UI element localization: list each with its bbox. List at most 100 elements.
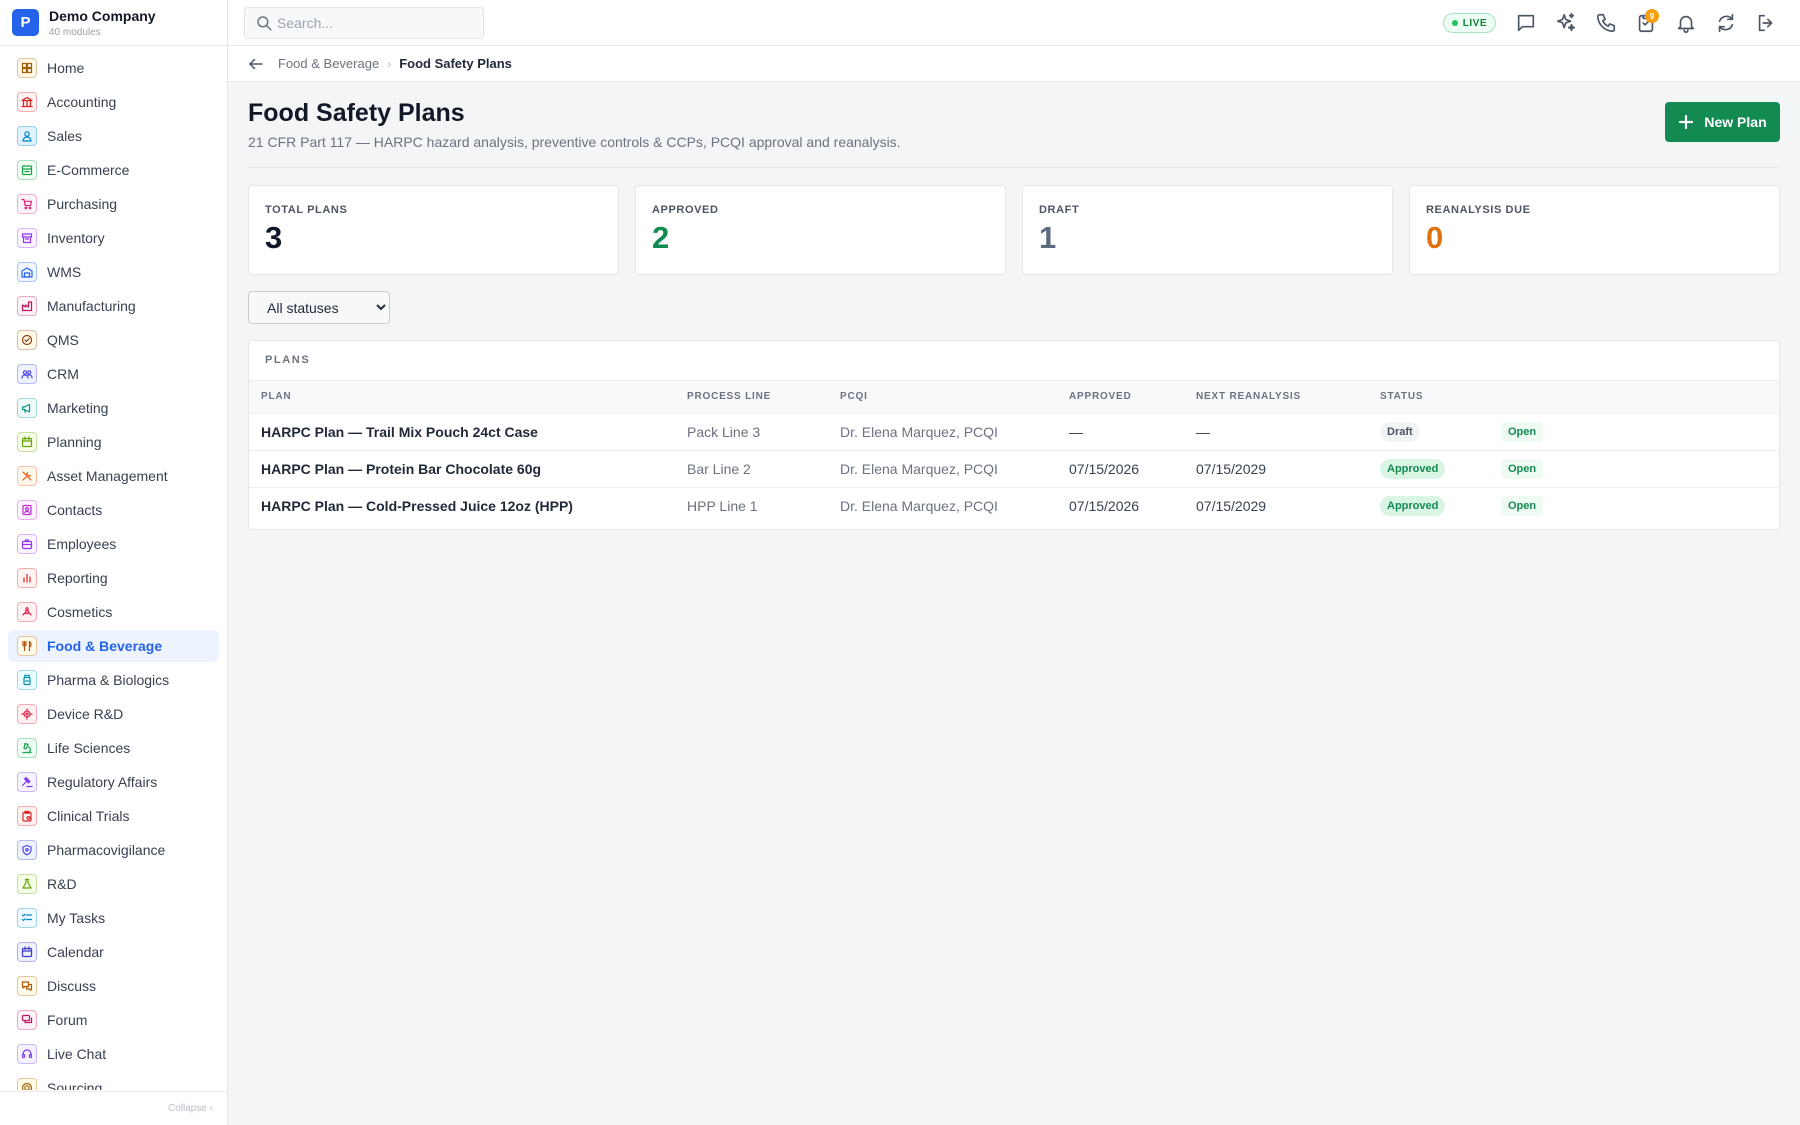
sidebar-item-label: WMS — [47, 264, 82, 280]
search-input[interactable] — [277, 15, 467, 31]
users-icon — [17, 364, 37, 384]
sidebar-item-crm[interactable]: CRM — [8, 358, 219, 390]
forum-icon — [17, 1010, 37, 1030]
sidebar-item-home[interactable]: Home — [8, 52, 219, 84]
sidebar: P Demo Company 40 modules Home Accounting… — [0, 0, 228, 1125]
next-reanalysis-cell: 07/15/2029 — [1184, 450, 1368, 488]
new-plan-button[interactable]: New Plan — [1665, 102, 1780, 142]
sidebar-item-marketing[interactable]: Marketing — [8, 392, 219, 424]
sidebar-item-discuss[interactable]: Discuss — [8, 970, 219, 1002]
plans-table-title: PLANS — [249, 341, 1779, 381]
sidebar-item-forum[interactable]: Forum — [8, 1004, 219, 1036]
tasks-notifications-button[interactable]: 9 — [1626, 3, 1666, 43]
live-label: LIVE — [1462, 17, 1487, 29]
flask-icon — [17, 874, 37, 894]
sidebar-item-purchasing[interactable]: Purchasing — [8, 188, 219, 220]
next-reanalysis-cell: 07/15/2029 — [1196, 497, 1267, 514]
process-line-cell: HPP Line 1 — [687, 497, 758, 514]
sidebar-item-my-tasks[interactable]: My Tasks — [8, 902, 219, 934]
logout-button[interactable] — [1746, 3, 1786, 43]
kpi-card-reanalysis-due: REANALYSIS DUE 0 — [1409, 185, 1780, 275]
live-dot — [1451, 20, 1458, 26]
plus-icon — [1679, 114, 1694, 130]
sidebar-item-label: Purchasing — [47, 196, 118, 212]
kpi-value: 2 — [652, 220, 670, 255]
sidebar-item-employees[interactable]: Employees — [8, 528, 219, 560]
sidebar-item-inventory[interactable]: Inventory — [8, 222, 219, 254]
sidebar-item-live-chat[interactable]: Live Chat — [8, 1038, 219, 1070]
plan-name-cell[interactable]: HARPC Plan — Cold-Pressed Juice 12oz (HP… — [249, 487, 675, 524]
kpi-label: TOTAL PLANS — [265, 204, 348, 216]
sidebar-item-wms[interactable]: WMS — [8, 256, 219, 288]
bar-chart-icon — [17, 568, 37, 588]
back-button[interactable] — [246, 54, 266, 74]
sidebar-item-planning[interactable]: Planning — [8, 426, 219, 458]
sidebar-item-pharma-and-biologics[interactable]: Pharma & Biologics — [8, 664, 219, 696]
chat-bubble-icon — [1517, 14, 1535, 32]
brand-header[interactable]: P Demo Company 40 modules — [0, 0, 227, 46]
box-icon — [17, 228, 37, 248]
sidebar-item-accounting[interactable]: Accounting — [8, 86, 219, 118]
arrow-left-icon — [249, 58, 263, 69]
shopping-cart-icon — [17, 194, 37, 214]
gavel-icon — [17, 772, 37, 792]
factory-icon — [17, 296, 37, 316]
open-plan-button[interactable]: Open — [1501, 495, 1544, 516]
approved-date-cell: 07/15/2026 — [1069, 497, 1140, 514]
sidebar-item-cosmetics[interactable]: Cosmetics — [8, 596, 219, 628]
approved-date-cell: — — [1057, 413, 1184, 451]
sidebar-item-reporting[interactable]: Reporting — [8, 562, 219, 594]
breadcrumb-separator: › — [387, 56, 392, 71]
sidebar-item-sales[interactable]: Sales — [8, 120, 219, 152]
status-badge: Approved — [1380, 495, 1446, 516]
plan-name-cell[interactable]: HARPC Plan — Trail Mix Pouch 24ct Case — [249, 413, 675, 451]
breadcrumb-parent-link[interactable]: Food & Beverage — [278, 56, 379, 71]
plan-name-cell[interactable]: HARPC Plan — Protein Bar Chocolate 60g — [249, 450, 675, 488]
process-line-cell: Bar Line 2 — [675, 450, 828, 488]
sidebar-item-contacts[interactable]: Contacts — [8, 494, 219, 526]
open-plan-button[interactable]: Open — [1501, 421, 1544, 442]
phone-icon — [1596, 13, 1616, 33]
bank-icon — [17, 92, 37, 112]
sidebar-item-asset-management[interactable]: Asset Management — [8, 460, 219, 492]
page-title: Food Safety Plans — [248, 99, 465, 127]
ai-assistant-button[interactable] — [1546, 3, 1586, 43]
sidebar-item-calendar[interactable]: Calendar — [8, 936, 219, 968]
sidebar-item-label: Employees — [47, 536, 117, 552]
sidebar-item-clinical-trials[interactable]: Clinical Trials — [8, 800, 219, 832]
sidebar-item-regulatory-affairs[interactable]: Regulatory Affairs — [8, 766, 219, 798]
open-plan-button[interactable]: Open — [1501, 458, 1544, 479]
sidebar-item-life-sciences[interactable]: Life Sciences — [8, 732, 219, 764]
logout-icon — [1758, 14, 1773, 32]
tools-icon — [17, 466, 37, 486]
sidebar-item-food-and-beverage[interactable]: Food & Beverage — [8, 630, 219, 662]
sidebar-item-label: Device R&D — [47, 706, 124, 722]
sidebar-item-label: Inventory — [47, 230, 105, 246]
sidebar-item-label: Sales — [47, 128, 83, 144]
search-box[interactable] — [244, 7, 484, 39]
sidebar-item-label: Clinical Trials — [47, 808, 130, 824]
table-row[interactable]: HARPC Plan — Trail Mix Pouch 24ct Case Pa… — [249, 413, 1779, 451]
phone-button[interactable] — [1586, 3, 1626, 43]
table-row[interactable]: HARPC Plan — Protein Bar Chocolate 60g Ba… — [249, 450, 1779, 488]
cpu-icon — [17, 704, 37, 724]
sidebar-item-randd[interactable]: R&D — [8, 868, 219, 900]
sync-button[interactable] — [1706, 3, 1746, 43]
messages-button[interactable] — [1506, 3, 1546, 43]
sidebar-item-pharmacovigilance[interactable]: Pharmacovigilance — [8, 834, 219, 866]
action-cell: Open — [1489, 413, 1779, 451]
sidebar-item-qms[interactable]: QMS — [8, 324, 219, 356]
sidebar-item-sourcing[interactable]: Sourcing — [8, 1072, 219, 1090]
sidebar-item-manufacturing[interactable]: Manufacturing — [8, 290, 219, 322]
table-row[interactable]: HARPC Plan — Cold-Pressed Juice 12oz (HP… — [249, 487, 1779, 524]
sidebar-item-label: R&D — [47, 876, 77, 892]
status-filter-select[interactable]: All statuses — [248, 291, 390, 324]
kpi-label: APPROVED — [652, 204, 719, 216]
module-count: 40 modules — [49, 26, 101, 38]
notifications-button[interactable] — [1666, 3, 1706, 43]
sidebar-item-device-randd[interactable]: Device R&D — [8, 698, 219, 730]
sidebar-item-e-commerce[interactable]: E-Commerce — [8, 154, 219, 186]
column-header: STATUS — [1368, 381, 1489, 414]
collapse-button[interactable]: Collapse ‹ — [0, 1091, 227, 1125]
sidebar-item-label: Planning — [47, 434, 102, 450]
